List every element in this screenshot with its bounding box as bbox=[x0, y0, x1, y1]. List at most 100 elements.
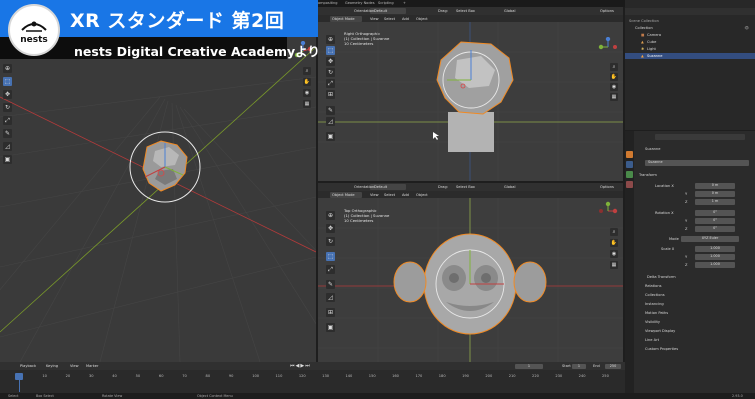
pan-hand-icon[interactable]: ✋ bbox=[610, 239, 618, 247]
camera-view-icon[interactable]: ◉ bbox=[303, 89, 311, 97]
outliner-item[interactable]: ■ Camera bbox=[625, 32, 755, 38]
viewport-perspective[interactable]: ⊕ ⬚ ✥ ↻ ⤢ ✎ ◿ ▣ ⌕ ✋ ◉ ▦ bbox=[0, 7, 316, 362]
rotate-tool-icon[interactable]: ↻ bbox=[326, 237, 335, 246]
workspace-tab[interactable]: Scripting bbox=[378, 1, 394, 5]
panel-custom-properties[interactable]: Custom Properties bbox=[625, 346, 755, 352]
rotation-z-field[interactable]: 0° bbox=[695, 226, 735, 232]
visibility-eye-icon[interactable]: 👁 bbox=[744, 26, 749, 30]
start-frame-field[interactable]: 1 bbox=[572, 363, 586, 369]
panel-instancing[interactable]: Instancing bbox=[625, 301, 755, 307]
ortho-grid-icon[interactable]: ▦ bbox=[303, 100, 311, 108]
rotation-y-field[interactable]: 0° bbox=[695, 218, 735, 224]
object-name-field[interactable]: Suzanne bbox=[645, 160, 749, 166]
pan-hand-icon[interactable]: ✋ bbox=[303, 78, 311, 86]
menu-add[interactable]: Add bbox=[402, 193, 409, 197]
playhead[interactable] bbox=[15, 373, 23, 380]
options-button[interactable]: Options bbox=[600, 185, 614, 189]
scale-y-field[interactable]: 1.000 bbox=[695, 254, 735, 260]
options-button[interactable]: Options bbox=[600, 9, 614, 13]
location-x-field[interactable]: 0 m bbox=[695, 183, 735, 189]
outliner-item[interactable]: ✱ Light bbox=[625, 46, 755, 52]
outliner-item[interactable]: ▲ Cube bbox=[625, 39, 755, 45]
outliner-scene-collection[interactable]: Scene Collection bbox=[625, 18, 755, 24]
object-properties-tab-icon[interactable] bbox=[626, 151, 633, 158]
navigation-gizmo-icon[interactable] bbox=[598, 201, 618, 221]
measure-tool-icon[interactable]: ◿ bbox=[326, 293, 335, 302]
viewport-right-ortho[interactable]: Orientation: Default Drag: Select Box Gl… bbox=[318, 7, 623, 181]
mode-select[interactable]: Object Mode bbox=[332, 17, 355, 21]
transform-orientation[interactable]: Global bbox=[504, 185, 515, 189]
outliner-item[interactable]: Collection 👁 bbox=[625, 25, 755, 31]
outliner-item-selected[interactable]: ▲ Suzanne bbox=[625, 53, 755, 59]
ortho-grid-icon[interactable]: ▦ bbox=[610, 261, 618, 269]
timeline-menu-keying[interactable]: Keying bbox=[46, 364, 58, 368]
add-cube-tool-icon[interactable]: ▣ bbox=[3, 155, 12, 164]
zoom-icon[interactable]: ⌕ bbox=[610, 228, 618, 236]
panel-viewport-display[interactable]: Viewport Display bbox=[625, 328, 755, 334]
panel-delta-transform[interactable]: Delta Transform bbox=[625, 274, 755, 280]
rotate-tool-icon[interactable]: ↻ bbox=[326, 68, 335, 77]
transform-orientation[interactable]: Global bbox=[504, 9, 515, 13]
viewport-top-ortho[interactable]: Orientation: Default Drag: Select Box Gl… bbox=[318, 183, 623, 362]
scale-tool-icon[interactable]: ⤢ bbox=[3, 116, 12, 125]
panel-motion-paths[interactable]: Motion Paths bbox=[625, 310, 755, 316]
menu-object[interactable]: Object bbox=[416, 193, 428, 197]
timeline-menu-playback[interactable]: Playback bbox=[20, 364, 36, 368]
menu-object[interactable]: Object bbox=[416, 17, 428, 21]
select-tool-icon[interactable]: ⬚ bbox=[3, 77, 12, 86]
scale-tool-icon[interactable]: ⤢ bbox=[326, 265, 335, 274]
move-tool-icon[interactable]: ✥ bbox=[3, 90, 12, 99]
transform-tool-icon[interactable]: ⊞ bbox=[326, 308, 335, 317]
location-z-field[interactable]: 1 m bbox=[695, 199, 735, 205]
ortho-grid-icon[interactable]: ▦ bbox=[610, 93, 618, 101]
scale-z-field[interactable]: 1.000 bbox=[695, 262, 735, 268]
timeline-menu-view[interactable]: View bbox=[70, 364, 79, 368]
camera-view-icon[interactable]: ◉ bbox=[610, 250, 618, 258]
add-cube-tool-icon[interactable]: ▣ bbox=[326, 132, 335, 141]
rotation-x-field[interactable]: 0° bbox=[695, 210, 735, 216]
transform-panel-header[interactable]: Transform bbox=[625, 172, 755, 178]
panel-relations[interactable]: Relations bbox=[625, 283, 755, 289]
scale-x-field[interactable]: 1.000 bbox=[695, 246, 735, 252]
annotate-tool-icon[interactable]: ✎ bbox=[3, 129, 12, 138]
properties-search[interactable] bbox=[655, 134, 745, 140]
panel-collections[interactable]: Collections bbox=[625, 292, 755, 298]
zoom-icon[interactable]: ⌕ bbox=[610, 63, 618, 71]
orientation-value[interactable]: Default bbox=[374, 185, 387, 189]
timeline-menu-marker[interactable]: Marker bbox=[86, 364, 98, 368]
workspace-tab[interactable]: Geometry Nodes bbox=[345, 1, 375, 5]
measure-tool-icon[interactable]: ◿ bbox=[326, 117, 335, 126]
drag-value[interactable]: Select Box bbox=[456, 185, 475, 189]
move-tool-icon[interactable]: ✥ bbox=[326, 224, 335, 233]
annotate-tool-icon[interactable]: ✎ bbox=[326, 106, 335, 115]
add-cube-tool-icon[interactable]: ▣ bbox=[326, 323, 335, 332]
select-tool-icon[interactable]: ⬚ bbox=[326, 46, 335, 55]
end-frame-field[interactable]: 250 bbox=[605, 363, 621, 369]
annotate-tool-icon[interactable]: ✎ bbox=[326, 280, 335, 289]
menu-select[interactable]: Select bbox=[384, 193, 395, 197]
modifier-tab-icon[interactable] bbox=[626, 161, 633, 168]
location-y-field[interactable]: 0 m bbox=[695, 191, 735, 197]
panel-line-art[interactable]: Line Art bbox=[625, 337, 755, 343]
cursor-tool-icon[interactable]: ⊕ bbox=[3, 64, 12, 73]
panel-visibility[interactable]: Visibility bbox=[625, 319, 755, 325]
scale-tool-icon[interactable]: ⤢ bbox=[326, 79, 335, 88]
drag-value[interactable]: Select Box bbox=[456, 9, 475, 13]
camera-view-icon[interactable]: ◉ bbox=[610, 83, 618, 91]
cursor-tool-icon[interactable]: ⊕ bbox=[326, 35, 335, 44]
workspace-add-tab[interactable]: + bbox=[403, 1, 406, 5]
orientation-value[interactable]: Default bbox=[374, 9, 387, 13]
navigation-gizmo-icon[interactable] bbox=[598, 37, 618, 57]
menu-view[interactable]: View bbox=[370, 193, 379, 197]
playback-controls-icon[interactable]: ⏮◀▶⏭ bbox=[290, 363, 311, 369]
menu-add[interactable]: Add bbox=[402, 17, 409, 21]
cursor-tool-icon[interactable]: ⊕ bbox=[326, 211, 335, 220]
rotate-tool-icon[interactable]: ↻ bbox=[3, 103, 12, 112]
menu-view[interactable]: View bbox=[370, 17, 379, 21]
menu-select[interactable]: Select bbox=[384, 17, 395, 21]
workspace-tab[interactable]: ompositing bbox=[318, 1, 338, 5]
select-tool-icon[interactable]: ⬚ bbox=[326, 252, 335, 261]
transform-tool-icon[interactable]: ⊞ bbox=[326, 90, 335, 99]
move-tool-icon[interactable]: ✥ bbox=[326, 57, 335, 66]
rotation-mode-select[interactable]: XYZ Euler bbox=[681, 236, 739, 242]
